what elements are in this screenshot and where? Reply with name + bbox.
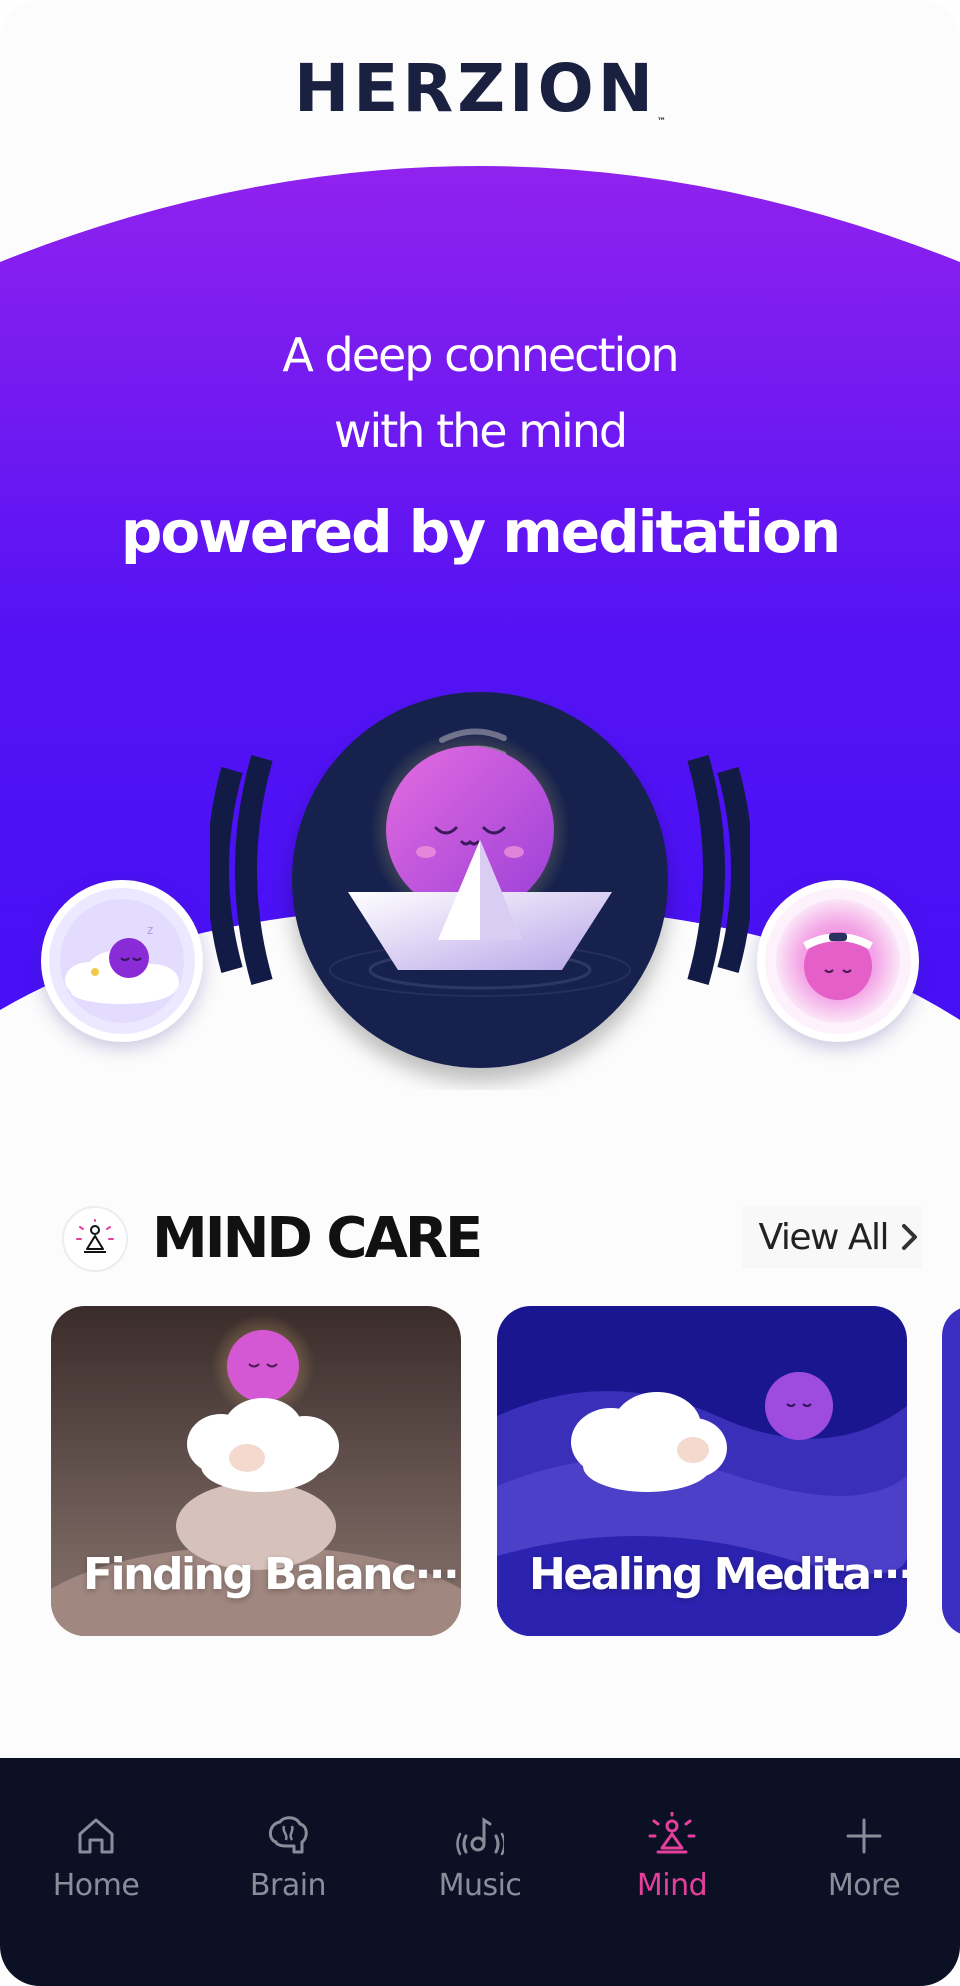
sleep-character-illustration: z — [49, 888, 195, 1034]
hero-tagline-line2: with the mind — [333, 404, 628, 458]
meditation-icon — [62, 1206, 128, 1272]
headband-character-illustration — [765, 888, 911, 1034]
card-title: Finding Balanc··· — [83, 1549, 460, 1600]
home-icon — [78, 1818, 114, 1854]
brain-icon — [269, 1816, 308, 1854]
tab-home[interactable]: Home — [0, 1758, 192, 1918]
mind-screen: HERZION™ A deep connection with the mind… — [0, 0, 960, 1986]
card-title: Healing Medita··· — [529, 1549, 907, 1600]
hero-tagline-line3: powered by meditation — [120, 498, 841, 566]
tab-mind[interactable]: Mind — [576, 1758, 768, 1918]
brand-name: HERZION — [294, 50, 657, 127]
tab-label: Home — [52, 1868, 140, 1903]
plus-icon — [846, 1818, 882, 1854]
trademark: ™ — [656, 117, 666, 127]
chevron-right-icon — [902, 1224, 917, 1250]
tab-brain[interactable]: Brain — [192, 1758, 384, 1918]
mind-care-title: MIND CARE — [152, 1206, 483, 1271]
music-icon — [456, 1817, 504, 1856]
tab-label: More — [827, 1868, 901, 1903]
carousel-item-sleep[interactable]: z — [41, 880, 203, 1042]
brand-logo: HERZION™ — [0, 50, 960, 127]
mind-care-carousel[interactable]: Finding Balanc··· Healing Medita··· — [0, 1306, 960, 1636]
tab-music[interactable]: Music — [384, 1758, 576, 1918]
tab-label: Brain — [249, 1868, 327, 1903]
program-card-healing-meditation[interactable]: Healing Medita··· — [497, 1306, 907, 1636]
program-card-next-peek[interactable] — [942, 1306, 960, 1636]
svg-text:z: z — [147, 923, 153, 937]
mind-care-header: MIND CARE View All — [62, 1202, 922, 1272]
meditation-icon — [648, 1812, 696, 1854]
program-card-finding-balance[interactable]: Finding Balanc··· — [51, 1306, 461, 1636]
carousel-item-boat-meditation[interactable] — [210, 670, 750, 1090]
carousel-item-headband[interactable] — [757, 880, 919, 1042]
tab-label: Music — [438, 1868, 522, 1903]
view-all-label: View All — [758, 1216, 889, 1258]
view-all-button[interactable]: View All — [742, 1206, 922, 1268]
tab-more[interactable]: More — [768, 1758, 960, 1918]
bottom-tab-bar: Home Brain Music Mind More — [0, 1758, 960, 1986]
hero-tagline-line1: A deep connection — [282, 328, 679, 382]
tab-label: Mind — [636, 1868, 708, 1903]
